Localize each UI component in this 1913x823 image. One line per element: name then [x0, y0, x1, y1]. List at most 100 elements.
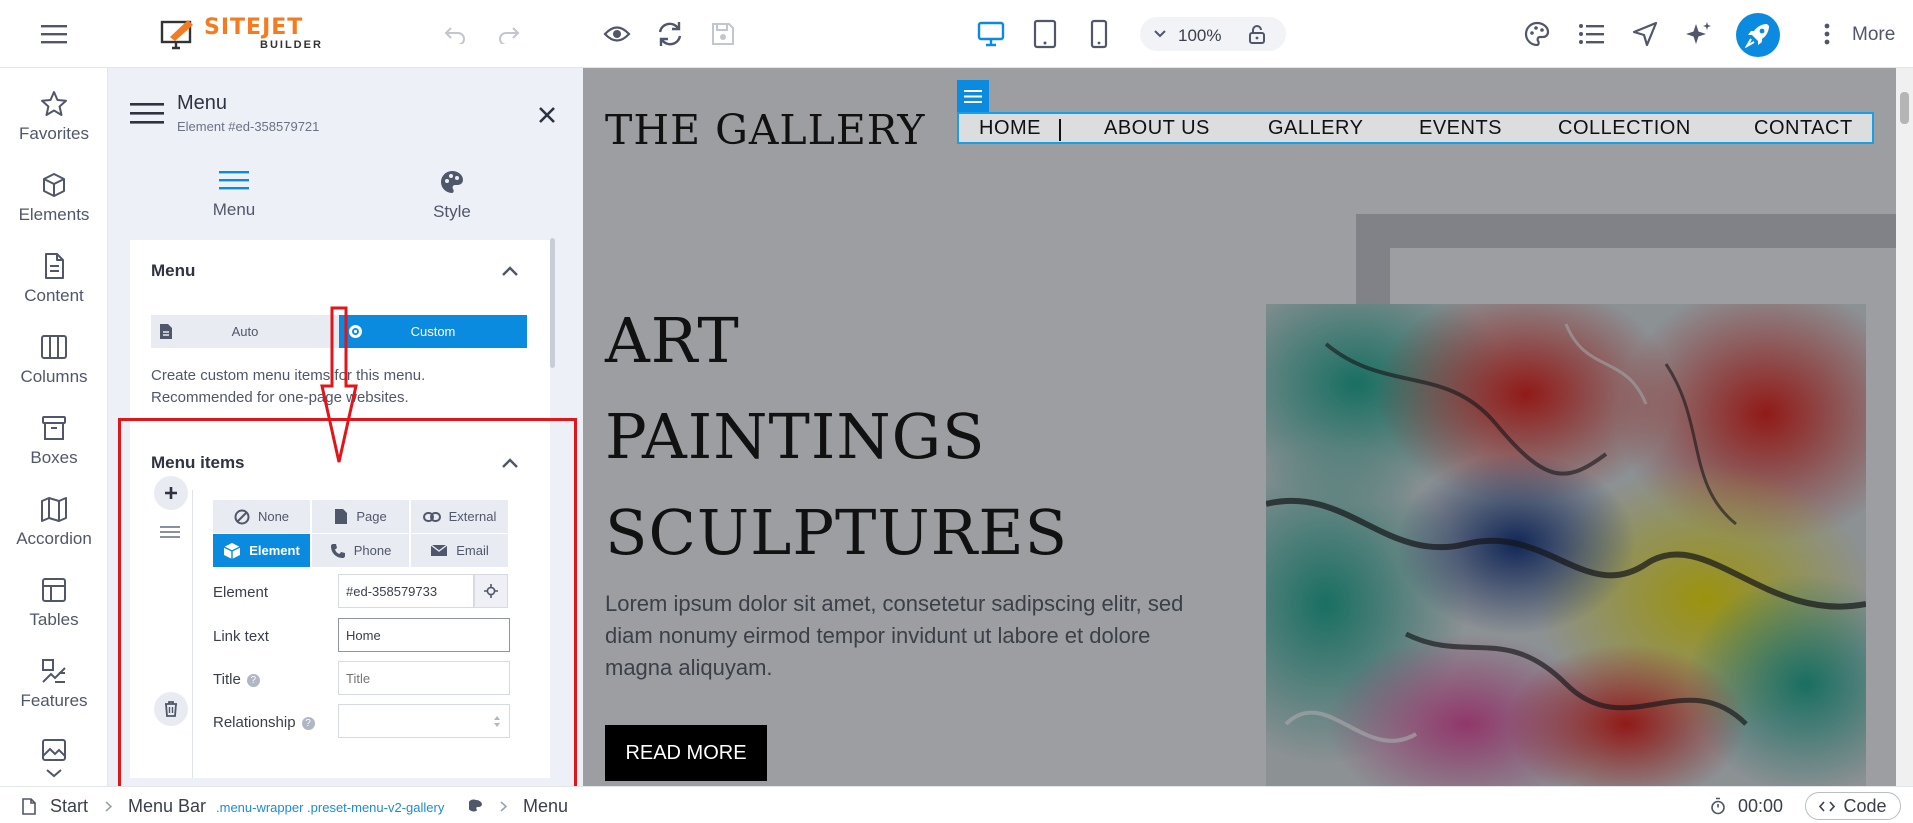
ai-sparkle-icon[interactable] [1684, 19, 1714, 49]
nav-item-home[interactable]: HOME [979, 117, 1041, 140]
nav-item-events[interactable]: EVENTS [1419, 117, 1502, 140]
menu-element-icon [130, 103, 164, 124]
code-icon [1819, 800, 1836, 812]
breadcrumb-start[interactable]: Start [50, 796, 88, 817]
css-class-label[interactable]: .menu-wrapper .preset-menu-v2-gallery [216, 800, 444, 815]
zoom-control[interactable]: 100% [1140, 17, 1286, 51]
rail-item-content[interactable]: Content [0, 240, 108, 320]
menu-element-handle[interactable] [957, 80, 989, 112]
rail-label-favorites: Favorites [19, 124, 89, 143]
tab-menu[interactable]: Menu [134, 158, 334, 220]
tab-style-label: Style [433, 202, 471, 221]
breadcrumb-menu-bar[interactable]: Menu Bar [128, 796, 206, 817]
rail-item-features[interactable]: Features [0, 645, 108, 725]
element-id: Element #ed-358579721 [177, 119, 320, 134]
site-navigation[interactable]: HOME ABOUT US GALLERY EVENTS COLLECTION … [957, 112, 1874, 144]
palette-icon [441, 171, 463, 193]
tablet-view-icon[interactable] [1030, 17, 1060, 51]
canvas-scrollbar[interactable] [1896, 68, 1913, 786]
rail-item-elements[interactable]: Elements [0, 159, 108, 239]
image-icon [42, 739, 66, 761]
more-menu-label[interactable]: More [1852, 24, 1895, 46]
refresh-icon[interactable] [654, 18, 686, 50]
chevron-right-icon [105, 801, 112, 812]
top-toolbar: SITEJET BUILDER 100% More [0, 0, 1913, 68]
zoom-value: 100% [1178, 26, 1222, 45]
hero-heading-line-3: SCULPTURES [605, 496, 1069, 569]
hero-body-text: Lorem ipsum dolor sit amet, consetetur s… [605, 591, 1184, 680]
hero-heading-line-1: ART [605, 304, 740, 377]
rail-item-tables[interactable]: Tables [0, 564, 108, 644]
desktop-view-icon[interactable] [975, 19, 1007, 49]
nav-item-contact[interactable]: CONTACT [1754, 117, 1853, 140]
rail-label-tables: Tables [29, 610, 79, 629]
read-more-button[interactable]: READ MORE [605, 725, 767, 781]
nav-item-collection[interactable]: COLLECTION [1558, 117, 1691, 140]
star-icon [41, 91, 67, 116]
custom-option-label: Custom [410, 324, 456, 339]
logo-monitor-icon [160, 20, 193, 50]
rail-label-features: Features [20, 691, 88, 710]
stopwatch-icon [1711, 797, 1725, 815]
list-icon[interactable] [1576, 20, 1606, 48]
tab-style[interactable]: Style [352, 158, 552, 222]
rail-item-accordion[interactable]: Accordion [0, 483, 108, 563]
rail-label-boxes: Boxes [30, 448, 78, 467]
status-bar: Start Menu Bar .menu-wrapper .preset-men… [0, 786, 1913, 823]
sitejet-logo: SITEJET BUILDER [160, 14, 323, 54]
columns-icon [41, 335, 67, 359]
hamburger-menu-icon[interactable] [36, 20, 72, 48]
hamburger-icon [964, 89, 982, 103]
panel-title: Menu [177, 92, 228, 114]
palette-icon[interactable] [1522, 19, 1552, 49]
page-icon [160, 324, 172, 339]
cube-icon [43, 173, 65, 197]
page-icon [22, 798, 36, 815]
unlock-icon[interactable] [1248, 25, 1266, 45]
auto-option-button[interactable]: Auto [151, 315, 339, 348]
rail-item-favorites[interactable]: Favorites [0, 78, 108, 158]
site-title[interactable]: THE GALLERY [605, 106, 925, 154]
rail-label-columns: Columns [20, 367, 88, 386]
hamburger-icon [219, 171, 249, 190]
rail-label-content: Content [24, 286, 84, 305]
palette-icon [469, 799, 482, 812]
document-icon [45, 253, 64, 279]
features-icon [42, 659, 66, 683]
chevron-down-icon[interactable] [45, 768, 63, 778]
auto-option-label: Auto [231, 324, 259, 339]
publish-button[interactable] [1736, 13, 1780, 57]
chevron-right-icon [500, 801, 507, 812]
navigate-icon[interactable] [1630, 19, 1660, 49]
breadcrumb-menu[interactable]: Menu [523, 796, 568, 817]
chevron-up-icon[interactable] [501, 266, 519, 277]
annotation-arrow-icon [320, 306, 358, 463]
undo-icon[interactable] [440, 20, 470, 48]
nav-item-about[interactable]: ABOUT US [1104, 117, 1210, 140]
nav-item-gallery[interactable]: GALLERY [1268, 117, 1363, 140]
menu-card-title: Menu [151, 261, 196, 280]
session-timer: 00:00 [1738, 796, 1784, 816]
canvas-scroll-thumb[interactable] [1900, 92, 1909, 124]
logo-subtitle: BUILDER [260, 39, 323, 51]
custom-option-button[interactable]: Custom [339, 315, 527, 348]
preview-eye-icon[interactable] [600, 20, 634, 48]
code-button[interactable]: Code [1805, 792, 1901, 820]
rail-label-accordion: Accordion [16, 529, 92, 548]
mobile-view-icon[interactable] [1087, 17, 1111, 51]
save-icon[interactable] [709, 20, 737, 48]
more-vertical-icon[interactable] [1818, 20, 1836, 48]
website-canvas[interactable]: THE GALLERY HOME ABOUT US GALLERY EVENTS… [583, 68, 1913, 786]
rail-item-media[interactable] [0, 726, 108, 786]
redo-icon[interactable] [494, 20, 524, 48]
box-icon [42, 416, 66, 440]
rail-item-columns[interactable]: Columns [0, 321, 108, 401]
panel-header: Menu Element #ed-358579721 [108, 68, 583, 148]
rail-label-elements: Elements [18, 205, 90, 224]
logo-wordmark: SITEJET [204, 15, 304, 40]
panel-scrollbar[interactable] [550, 238, 555, 368]
rail-item-boxes[interactable]: Boxes [0, 402, 108, 482]
table-icon [42, 578, 66, 602]
close-icon[interactable] [538, 106, 556, 124]
panel-tabs: Menu Style [108, 158, 583, 248]
